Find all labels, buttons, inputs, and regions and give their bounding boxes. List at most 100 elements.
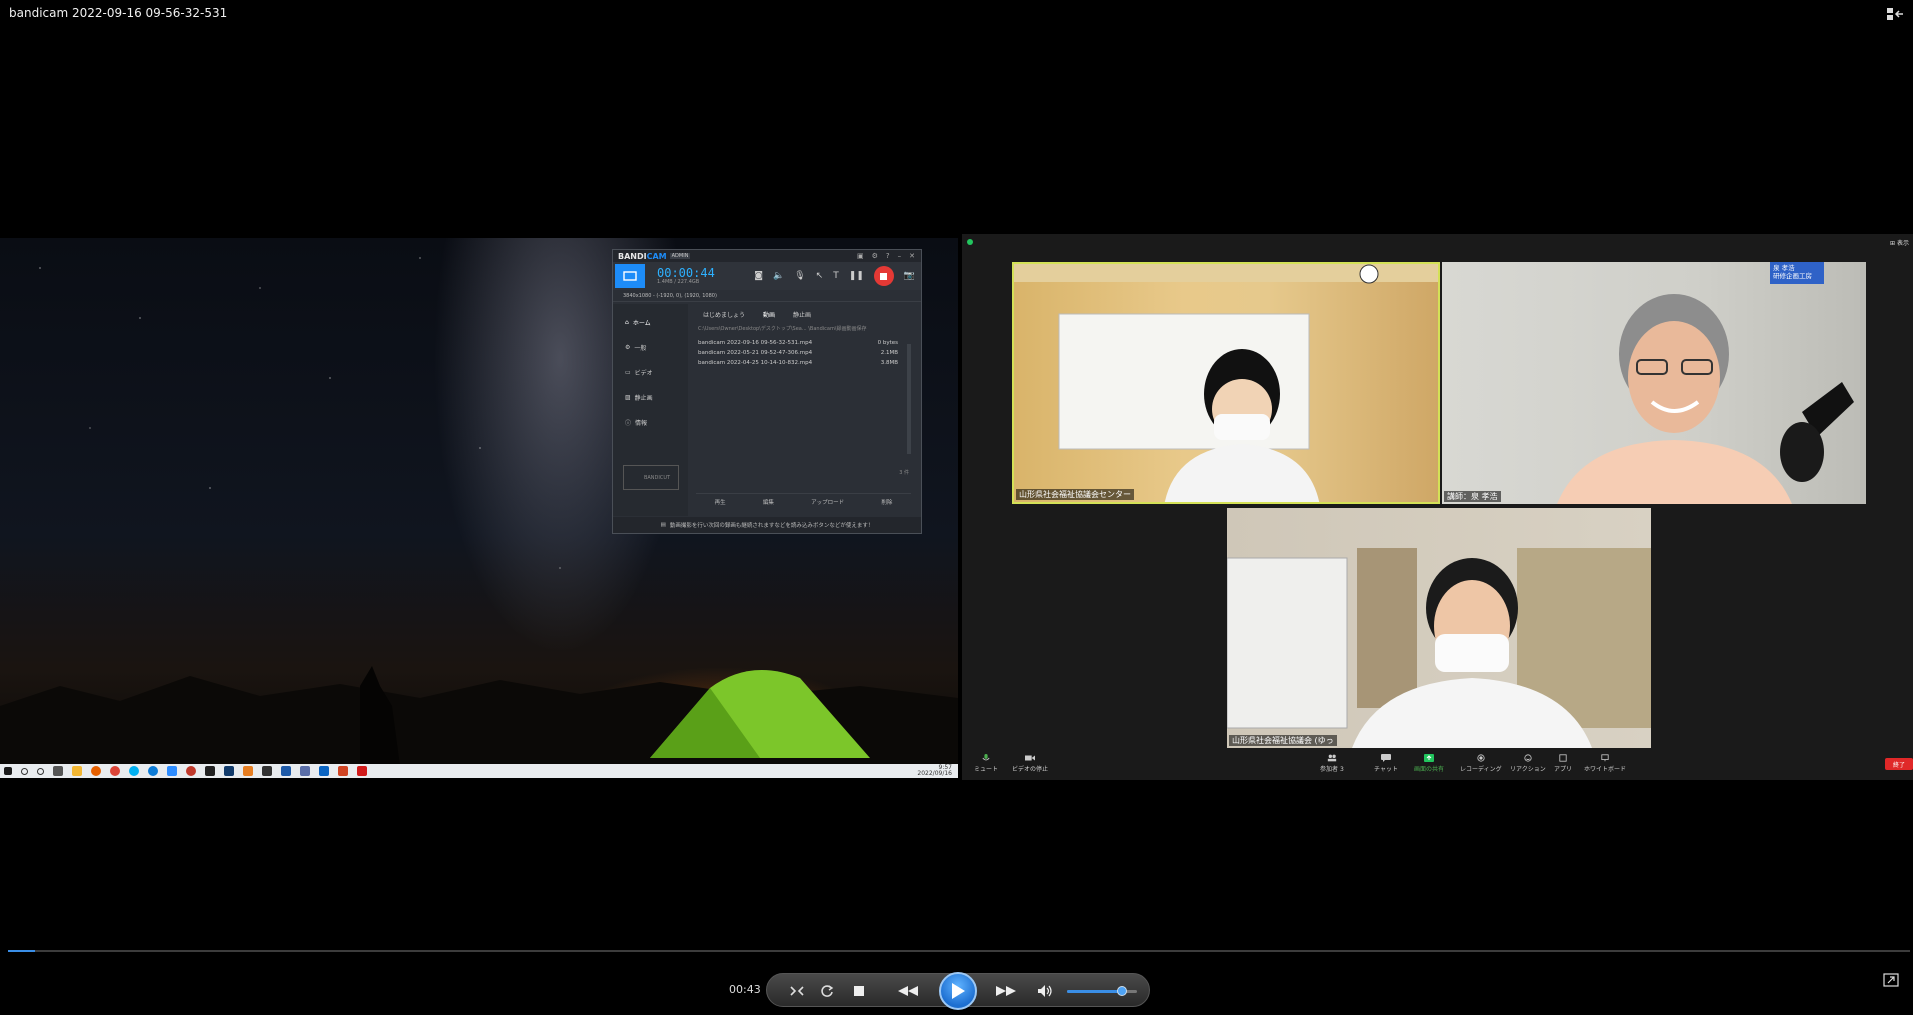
view-button[interactable]: ⊞ 表示	[1890, 238, 1909, 247]
list-item[interactable]: bandicam 2022-09-16 09-56-32-531.mp4 0 by…	[698, 338, 898, 348]
help-icon[interactable]: ?	[886, 252, 890, 260]
tab-getting-started[interactable]: はじめましょう	[703, 310, 745, 319]
video-tile[interactable]: 山形県社会福祉協議会 (ゆっ	[1227, 508, 1651, 748]
chrome-icon[interactable]	[110, 766, 120, 776]
seek-bar[interactable]	[8, 950, 1910, 952]
chat-icon	[1380, 754, 1391, 762]
windows-taskbar: 9:57 2022/09/16	[0, 764, 958, 778]
volume-knob[interactable]	[1116, 986, 1127, 996]
tab-video[interactable]: 動画	[763, 310, 775, 319]
upload-file-button[interactable]: アップロード	[811, 498, 844, 506]
reactions-button[interactable]: リアクション	[1510, 754, 1546, 773]
bandicam-main: はじめましょう 動画 静止画 C:\Users\Owner\Desktop\デス…	[688, 304, 921, 516]
sidebar-item-home[interactable]: ⌂ ホーム	[613, 310, 688, 335]
rewind-icon	[898, 986, 918, 996]
sidebar-item-image[interactable]: ▨ 静止画	[613, 385, 688, 410]
app-icon[interactable]	[262, 766, 272, 776]
video-icon: ▭	[625, 369, 631, 376]
bandicam-titlebar[interactable]: BANDICAM ADMIN ▣ ⚙ ? – ✕	[613, 250, 921, 262]
ab-repeat-button[interactable]	[787, 981, 807, 1001]
sidebar-item-about[interactable]: ⓘ 情報	[613, 410, 688, 435]
minimize-icon[interactable]: –	[898, 252, 902, 260]
end-meeting-button[interactable]: 終了	[1885, 758, 1913, 770]
rewind-button[interactable]	[895, 981, 921, 1001]
webcam-icon[interactable]: ◙	[754, 271, 763, 281]
close-icon[interactable]: ✕	[909, 252, 915, 260]
search-icon[interactable]	[21, 767, 28, 775]
edge-icon[interactable]	[148, 766, 158, 776]
whiteboard-button[interactable]: ホワイトボード	[1584, 754, 1626, 773]
image-icon: ▨	[625, 394, 631, 401]
edit-file-button[interactable]: 編集	[763, 498, 774, 506]
current-time: 00:43	[729, 983, 761, 996]
app-icon[interactable]	[281, 766, 291, 776]
tab-image[interactable]: 静止画	[793, 310, 811, 319]
participant-name: 山形県社会福祉協議会センター	[1016, 489, 1134, 500]
participant-video	[1014, 264, 1438, 502]
stop-button[interactable]	[849, 981, 869, 1001]
repeat-button[interactable]	[817, 981, 837, 1001]
cortana-icon[interactable]	[37, 767, 44, 775]
settings-icon[interactable]: ⚙	[872, 252, 878, 260]
app-icon[interactable]	[205, 766, 215, 776]
acrobat-icon[interactable]	[357, 766, 367, 776]
zoom-app-icon[interactable]	[167, 766, 177, 776]
collapse-panel-icon[interactable]	[1885, 6, 1905, 22]
delete-file-button[interactable]: 削除	[881, 498, 892, 506]
app-icon[interactable]	[243, 766, 253, 776]
volume-button[interactable]	[1035, 981, 1055, 1001]
outlook-icon[interactable]	[319, 766, 329, 776]
list-item[interactable]: bandicam 2022-04-25 10-14-10-832.mp4 3.8M…	[698, 358, 898, 368]
microphone-icon[interactable]: 🎙	[794, 271, 805, 281]
security-shield-icon[interactable]	[967, 239, 973, 245]
tip-icon: ▤	[660, 522, 666, 528]
folder-icon[interactable]: ▣	[857, 252, 864, 260]
lecturer-badge: 泉 孝浩 研修企画工房	[1770, 262, 1824, 284]
screen-mode-button[interactable]	[615, 264, 645, 288]
speaker-icon[interactable]: 🔈	[773, 271, 784, 281]
video-tile[interactable]: 泉 孝浩 研修企画工房 講師：泉 孝浩	[1442, 262, 1866, 504]
firefox-icon[interactable]	[91, 766, 101, 776]
pause-icon[interactable]: ❚❚	[849, 271, 864, 281]
fast-forward-button[interactable]	[993, 981, 1019, 1001]
ab-repeat-icon	[790, 986, 804, 996]
grid-icon: ⊞	[1890, 240, 1896, 247]
stop-record-button[interactable]	[873, 266, 894, 286]
bandicut-button[interactable]: BANDICUT	[623, 465, 679, 490]
apps-button[interactable]: アプリ	[1554, 754, 1572, 773]
screenshot-camera-icon[interactable]: 📷	[904, 271, 915, 281]
recording-timer: 00:00:44	[657, 266, 715, 280]
cursor-icon[interactable]: ↖	[816, 271, 824, 281]
sidebar-item-video[interactable]: ▭ ビデオ	[613, 360, 688, 385]
chat-button[interactable]: チャット	[1374, 754, 1398, 773]
participants-button[interactable]: 参加者 3	[1320, 754, 1344, 773]
share-screen-button[interactable]: 画面の共有	[1414, 754, 1444, 773]
stop-video-button[interactable]: ビデオの停止	[1012, 754, 1048, 773]
skype-icon[interactable]	[129, 766, 139, 776]
app-icon[interactable]	[224, 766, 234, 776]
play-file-button[interactable]: 再生	[715, 498, 726, 506]
zoom-toolbar: ミュート ビデオの停止 参加者 3 チャット 画面の共有 レコーディング リアク…	[962, 750, 1913, 780]
video-tile[interactable]: 山形県社会福祉協議会センター	[1012, 262, 1440, 504]
record-app-icon[interactable]	[186, 766, 196, 776]
mute-button[interactable]: ミュート	[974, 754, 998, 773]
participant-video	[1227, 548, 1651, 748]
list-item[interactable]: bandicam 2022-05-21 09-52-47-306.mp4 2.1M…	[698, 348, 898, 358]
powerpoint-icon[interactable]	[338, 766, 348, 776]
popout-icon[interactable]	[1883, 973, 1899, 987]
text-icon[interactable]: T	[833, 271, 839, 281]
home-icon: ⌂	[625, 319, 629, 326]
file-explorer-icon[interactable]	[72, 766, 82, 776]
windows-start-icon[interactable]	[4, 767, 12, 775]
volume-slider[interactable]	[1067, 986, 1137, 996]
green-tent	[650, 670, 870, 758]
bandicam-window[interactable]: BANDICAM ADMIN ▣ ⚙ ? – ✕ 00:00:44 1.4MB …	[612, 249, 922, 534]
task-view-icon[interactable]	[53, 766, 63, 776]
file-list-scrollbar[interactable]	[907, 344, 911, 454]
participant-name: 講師：泉 孝浩	[1444, 491, 1501, 502]
play-button[interactable]	[939, 972, 977, 1010]
smile-icon	[1524, 754, 1532, 762]
record-button[interactable]: レコーディング	[1460, 754, 1502, 773]
sidebar-item-general[interactable]: ⚙ 一般	[613, 335, 688, 360]
app-icon[interactable]	[300, 766, 310, 776]
